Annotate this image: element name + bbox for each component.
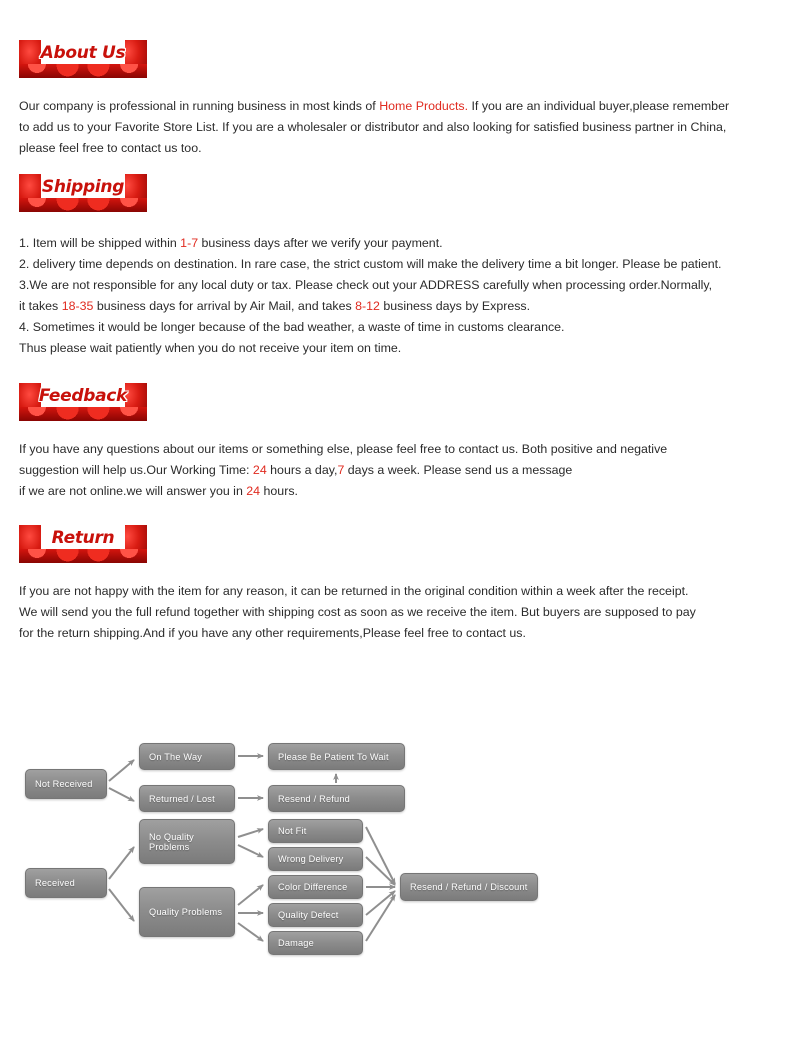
copy-line: to add us to your Favorite Store List. I…: [19, 117, 729, 138]
copy-line: If you are not happy with the item for a…: [19, 581, 696, 602]
copy-line: please feel free to contact us too.: [19, 138, 729, 159]
flow-node-label: Resend / Refund / Discount: [410, 882, 528, 892]
body-text: business days for arrival by Air Mail, a…: [93, 299, 356, 313]
flow-node-color-difference: Color Difference: [268, 875, 363, 899]
flow-node-label: Returned / Lost: [149, 793, 215, 804]
banner-about-us: About Us: [19, 40, 147, 78]
body-text: Thus please wait patiently when you do n…: [19, 341, 402, 355]
return-policy-flowchart: Not Received On The Way Returned / Lost Ple…: [20, 735, 560, 965]
body-text: it takes: [19, 299, 62, 313]
body-text: suggestion will help us.Our Working Time…: [19, 463, 253, 477]
body-text: hours.: [260, 484, 298, 498]
body-text: 2. delivery time depends on destination.…: [19, 257, 722, 271]
copy-line: If you have any questions about our item…: [19, 439, 667, 460]
highlighted-text: Home Products.: [379, 99, 469, 113]
flow-node-label: Quality Defect: [278, 910, 339, 920]
flow-node-label: Damage: [278, 938, 314, 948]
body-text: hours a day,: [266, 463, 338, 477]
section-feedback: Feedback If you have any questions about…: [0, 383, 667, 502]
section-title-about-us: About Us: [40, 43, 126, 63]
copy-line: 4. Sometimes it would be longer because …: [19, 317, 722, 338]
flow-node-on-the-way: On The Way: [139, 743, 235, 770]
highlighted-text: 18-35: [61, 299, 94, 313]
copy-line: 3.We are not responsible for any local d…: [19, 275, 722, 296]
copy-line: if we are not online.we will answer you …: [19, 481, 667, 502]
ribbon-drape-icon: [19, 407, 147, 421]
body-text: business days after we verify your payme…: [198, 236, 443, 250]
body-text: business days by Express.: [379, 299, 531, 313]
banner-feedback: Feedback: [19, 383, 147, 421]
flow-node-label: On The Way: [149, 751, 203, 762]
feedback-copy: If you have any questions about our item…: [19, 439, 667, 502]
ribbon-drape-icon: [19, 198, 147, 212]
about-us-copy: Our company is professional in running b…: [19, 96, 729, 159]
highlighted-text: 24: [252, 463, 267, 477]
highlighted-text: 24: [246, 484, 261, 498]
section-title-feedback: Feedback: [38, 386, 128, 406]
section-shipping: Shipping 1. Item will be shipped within …: [0, 174, 722, 359]
banner-shipping: Shipping: [19, 174, 147, 212]
flow-node-received: Received: [25, 868, 107, 898]
body-text: if we are not online.we will answer you …: [19, 484, 247, 498]
copy-line: 1. Item will be shipped within 1-7 busin…: [19, 233, 722, 254]
body-text: Our company is professional in running b…: [19, 99, 380, 113]
flow-node-damage: Damage: [268, 931, 363, 955]
body-text: We will send you the full refund togethe…: [19, 605, 696, 619]
body-text: to add us to your Favorite Store List. I…: [19, 120, 727, 134]
flow-node-label: Not Fit: [278, 826, 307, 836]
copy-line: Thus please wait patiently when you do n…: [19, 338, 722, 359]
flow-node-not-received: Not Received: [25, 769, 107, 799]
flow-node-returned-lost: Returned / Lost: [139, 785, 235, 812]
section-title-shipping: Shipping: [41, 177, 125, 197]
section-about-us: About Us Our company is professional in …: [0, 40, 729, 159]
body-text: please feel free to contact us too.: [19, 141, 202, 155]
body-text: If you are an individual buyer,please re…: [468, 99, 730, 113]
flow-node-label: Please Be Patient To Wait: [278, 751, 389, 762]
ribbon-drape-icon: [19, 549, 147, 563]
copy-line: Our company is professional in running b…: [19, 96, 729, 117]
flow-node-resend-refund-discount: Resend / Refund / Discount: [400, 873, 538, 901]
return-copy: If you are not happy with the item for a…: [19, 581, 696, 644]
flow-node-label: Quality Problems: [149, 907, 223, 917]
flow-node-quality-problems: Quality Problems: [139, 887, 235, 937]
copy-line: for the return shipping.And if you have …: [19, 623, 696, 644]
highlighted-text: 1-7: [180, 236, 199, 250]
copy-line: suggestion will help us.Our Working Time…: [19, 460, 667, 481]
shipping-copy: 1. Item will be shipped within 1-7 busin…: [19, 233, 722, 359]
body-text: for the return shipping.And if you have …: [19, 626, 526, 640]
flow-node-resend-refund: Resend / Refund: [268, 785, 405, 812]
flow-node-label: Resend / Refund: [278, 793, 350, 804]
copy-line: We will send you the full refund togethe…: [19, 602, 696, 623]
body-text: 3.We are not responsible for any local d…: [19, 278, 713, 292]
section-return: Return If you are not happy with the ite…: [0, 525, 696, 644]
flow-node-label: No Quality Problems: [149, 831, 194, 852]
flow-node-please-be-patient: Please Be Patient To Wait: [268, 743, 405, 770]
flow-node-no-quality-problems: No Quality Problems: [139, 819, 235, 864]
flow-node-wrong-delivery: Wrong Delivery: [268, 847, 363, 871]
body-text: 1. Item will be shipped within: [19, 236, 181, 250]
section-title-return: Return: [51, 528, 115, 548]
body-text: days a week. Please send us a message: [344, 463, 573, 477]
flow-node-label: Wrong Delivery: [278, 854, 344, 864]
flow-node-not-fit: Not Fit: [268, 819, 363, 843]
copy-line: 2. delivery time depends on destination.…: [19, 254, 722, 275]
highlighted-text: 8-12: [355, 299, 380, 313]
flow-node-label: Color Difference: [278, 882, 348, 892]
flow-node-quality-defect: Quality Defect: [268, 903, 363, 927]
body-text: If you are not happy with the item for a…: [19, 584, 689, 598]
banner-return: Return: [19, 525, 147, 563]
flow-node-label: Not Received: [35, 779, 93, 789]
body-text: 4. Sometimes it would be longer because …: [19, 320, 565, 334]
page-root: About Us Our company is professional in …: [0, 0, 800, 1047]
body-text: If you have any questions about our item…: [19, 442, 668, 456]
flow-node-label: Received: [35, 878, 75, 888]
copy-line: it takes 18-35 business days for arrival…: [19, 296, 722, 317]
ribbon-drape-icon: [19, 64, 147, 78]
